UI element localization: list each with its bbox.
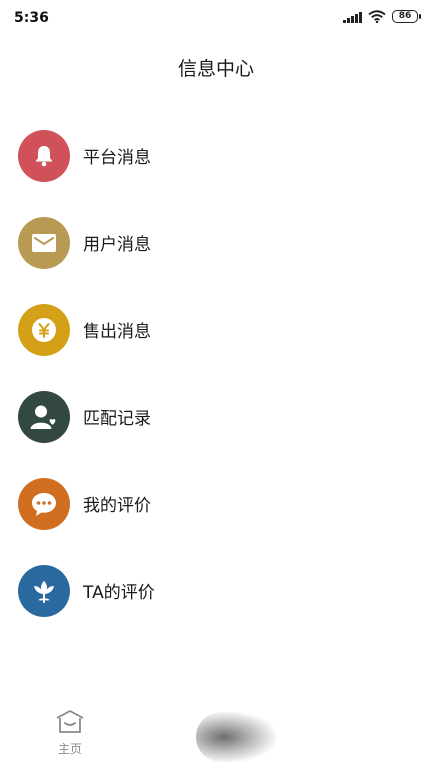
- flower-icon: [18, 564, 70, 617]
- menu-item-label: 用户消息: [83, 235, 151, 255]
- status-bar: 5:36 86: [0, 0, 432, 36]
- user-heart-icon: [18, 390, 70, 443]
- menu-item-label: 平台消息: [83, 148, 151, 168]
- menu-item-sales-messages[interactable]: 售出消息: [0, 286, 432, 373]
- tab-home-label: 主页: [57, 742, 82, 756]
- page-title: 信息中心: [177, 58, 254, 80]
- menu-list: 平台消息 用户消息 售出消息 匹配记录 我的评价 TA的评价: [0, 112, 432, 634]
- chat-bubble-icon: [18, 477, 70, 530]
- menu-item-my-reviews[interactable]: 我的评价: [0, 460, 432, 547]
- bell-icon: [18, 129, 70, 182]
- menu-item-platform-messages[interactable]: 平台消息: [0, 112, 432, 199]
- signal-bars-icon: [343, 11, 362, 23]
- tab-bar: 主页: [0, 704, 432, 768]
- menu-item-label: 匹配记录: [83, 409, 151, 429]
- menu-item-match-records[interactable]: 匹配记录: [0, 373, 432, 460]
- menu-item-their-reviews[interactable]: TA的评价: [0, 547, 432, 634]
- menu-item-label: 我的评价: [83, 496, 151, 516]
- menu-item-label: 售出消息: [83, 322, 151, 342]
- house-icon: [56, 710, 84, 733]
- battery-indicator: 86: [392, 10, 421, 23]
- menu-item-user-messages[interactable]: 用户消息: [0, 199, 432, 286]
- status-time: 5:36: [14, 10, 49, 26]
- tab-messages[interactable]: [196, 712, 276, 762]
- menu-item-label: TA的评价: [83, 583, 155, 603]
- yen-coin-icon: [18, 303, 70, 356]
- status-indicators: 86: [343, 10, 421, 23]
- wifi-icon: [368, 10, 386, 23]
- tab-home[interactable]: 主页: [42, 708, 98, 757]
- envelope-icon: [18, 216, 70, 269]
